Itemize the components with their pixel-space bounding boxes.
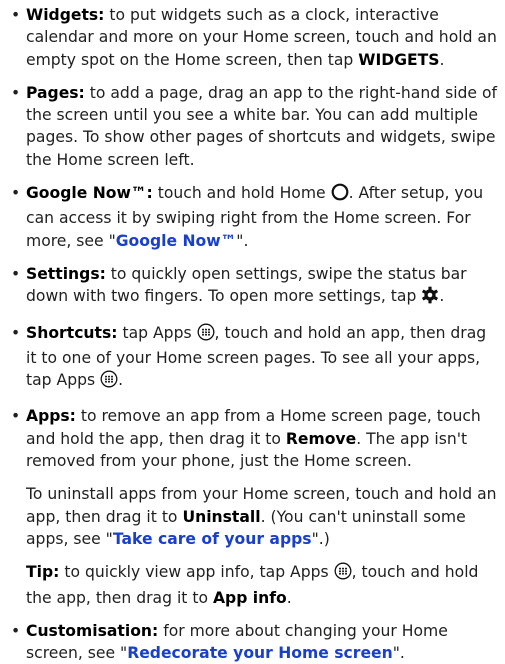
list-item-shortcuts: • Shortcuts: tap Apps , touch and hold a… — [10, 322, 499, 395]
term-google-now: Google Now™: — [26, 184, 153, 203]
list-item-pages: • Pages: to add a page, drag an app to t… — [10, 82, 499, 171]
text: ".) — [311, 529, 330, 548]
keyword-uninstall: Uninstall — [182, 507, 261, 526]
text: . — [118, 371, 124, 390]
keyword-app-info: App info — [212, 588, 287, 607]
text: ". — [392, 644, 405, 663]
text: tap Apps — [117, 323, 197, 342]
gear-icon — [421, 286, 439, 310]
text: . — [286, 588, 292, 607]
term-widgets: Widgets: — [26, 6, 105, 24]
link-google-now[interactable]: Google Now™ — [116, 232, 237, 250]
list-item-widgets: • Widgets: to put widgets such as a cloc… — [10, 4, 499, 71]
link-take-care-of-apps[interactable]: Take care of your apps — [113, 530, 312, 548]
keyword-remove: Remove — [285, 429, 357, 448]
text: to add a page, drag an app to the right-… — [26, 83, 498, 169]
list-item-settings: • Settings: to quickly open settings, sw… — [10, 263, 499, 311]
list-item-apps: • Apps: to remove an app from a Home scr… — [10, 405, 499, 472]
text: to quickly view app info, tap Apps — [59, 563, 334, 582]
bullet: • — [11, 407, 21, 426]
apps-grid-icon — [334, 562, 352, 586]
text: ". — [236, 231, 249, 250]
list-item-google-now: • Google Now™: touch and hold Home . Aft… — [10, 182, 499, 252]
bullet: • — [11, 621, 21, 640]
apps-grid-icon — [100, 370, 118, 394]
link-redecorate-home-screen[interactable]: Redecorate your Home screen — [127, 644, 393, 662]
bullet: • — [11, 83, 21, 102]
term-shortcuts: Shortcuts: — [26, 323, 118, 342]
term-apps: Apps: — [26, 407, 76, 426]
term-settings: Settings: — [26, 264, 106, 283]
bullet: • — [11, 6, 21, 24]
list-item-customisation: • Customisation: for more about changing… — [10, 620, 499, 664]
term-customisation: Customisation: — [26, 621, 159, 640]
text: . — [439, 50, 445, 69]
paragraph-uninstall: To uninstall apps from your Home screen,… — [10, 483, 499, 550]
keyword-widgets: WIDGETS — [358, 50, 440, 69]
bullet: • — [11, 184, 21, 203]
term-tip: Tip: — [26, 563, 60, 582]
instructions-page: • Widgets: to put widgets such as a cloc… — [0, 0, 505, 664]
paragraph-tip: Tip: to quickly view app info, tap Apps … — [10, 561, 499, 609]
text: touch and hold Home — [152, 184, 331, 203]
term-pages: Pages: — [26, 83, 85, 102]
bullet: • — [11, 323, 21, 342]
home-circle-icon — [331, 183, 349, 207]
apps-grid-icon — [197, 323, 215, 347]
text: . — [439, 287, 445, 306]
bullet: • — [11, 264, 21, 283]
